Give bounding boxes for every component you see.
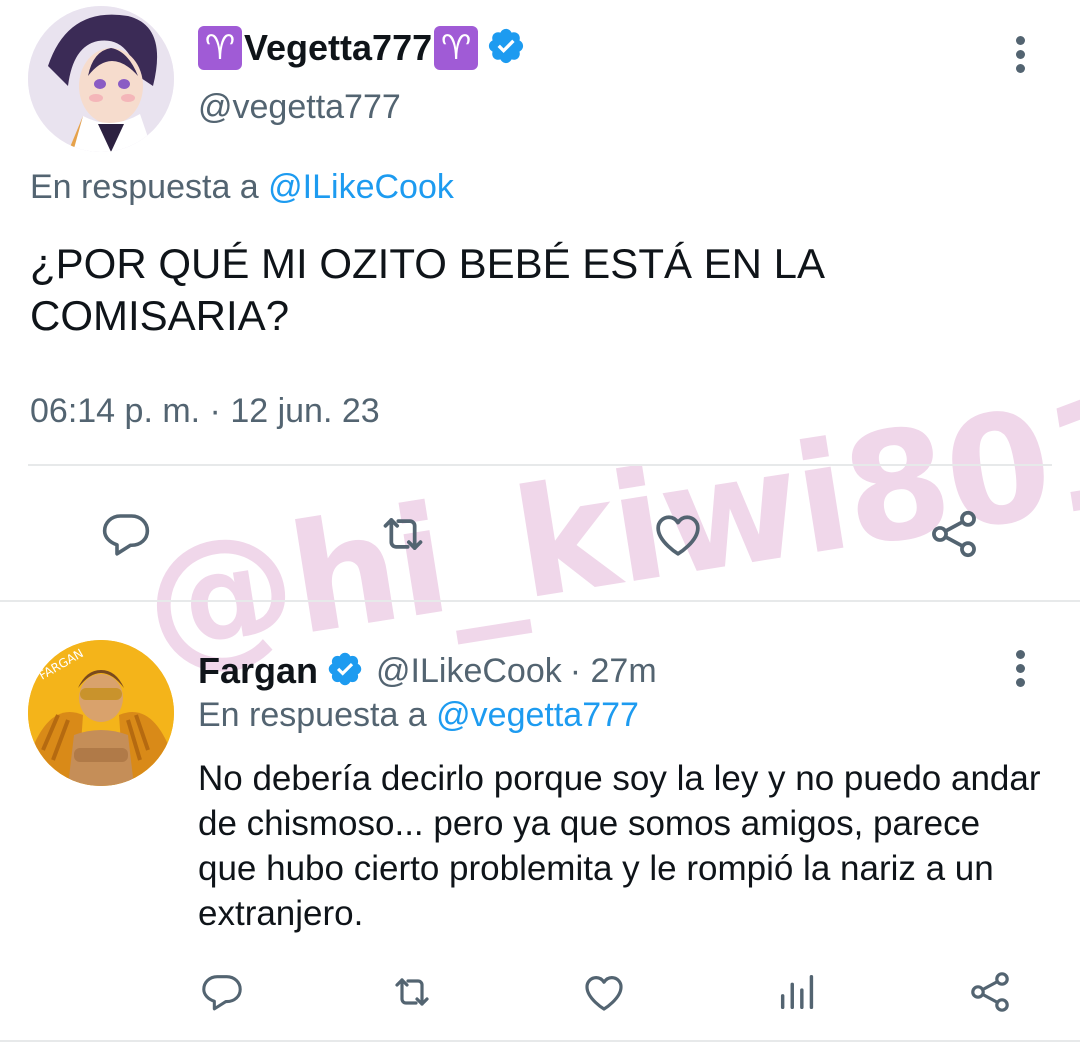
author-handle[interactable]: @vegetta777 [198,88,401,127]
aries-emoji: ♈ [434,26,479,70]
reply-prefix: En respuesta a [30,168,259,206]
share-icon [932,510,976,558]
aries-emoji: ♈ [198,26,242,70]
reply-header-row: Fargan @ILikeCook · 27m [198,648,657,694]
avatar-vegetta[interactable] [28,6,174,152]
reply-context: En respuesta a @vegetta777 [198,696,639,735]
divider [0,1040,1080,1042]
author-name-row[interactable]: ♈ Vegetta777 ♈ [198,24,526,72]
avatar-fargan[interactable]: FARGAN [28,640,174,786]
display-name[interactable]: Vegetta777 [244,27,432,69]
verified-badge-icon [326,650,364,693]
reply-icon [202,975,242,1011]
like-button[interactable] [648,504,708,564]
divider [28,464,1052,466]
divider [0,600,1080,602]
reply-icon [102,514,150,556]
more-options-button[interactable] [1004,36,1038,76]
views-button[interactable] [772,966,824,1018]
share-button[interactable] [924,504,984,564]
display-name[interactable]: Fargan [198,650,318,692]
reply-context: En respuesta a @ILikeCook [30,168,454,207]
verified-badge-icon [486,26,526,71]
retweet-button[interactable] [384,966,440,1018]
retweet-icon [383,518,423,550]
reply-button[interactable] [96,504,156,564]
tweet-text: ¿POR QUÉ MI OZITO BEBÉ ESTÁ EN LA COMISA… [30,240,823,339]
views-icon [780,974,814,1010]
tweet-timestamp[interactable]: 06:14 p. m. · 12 jun. 23 [30,392,380,431]
reply-prefix: En respuesta a [198,696,427,734]
share-icon [971,972,1009,1012]
like-button[interactable] [578,966,630,1018]
reply-button[interactable] [196,966,248,1018]
time-ago[interactable]: · 27m [570,652,657,691]
reply-to-link[interactable]: @ILikeCook [268,168,454,206]
tweet-text: No debería decirlo porque soy la ley y n… [198,759,1041,933]
author-handle[interactable]: @ILikeCook [376,652,562,691]
share-button[interactable] [964,966,1016,1018]
more-options-button[interactable] [1004,650,1038,690]
retweet-icon [395,978,429,1006]
retweet-button[interactable] [370,504,436,564]
reply-to-link[interactable]: @vegetta777 [436,696,639,734]
like-icon [656,515,700,556]
like-icon [585,976,623,1011]
